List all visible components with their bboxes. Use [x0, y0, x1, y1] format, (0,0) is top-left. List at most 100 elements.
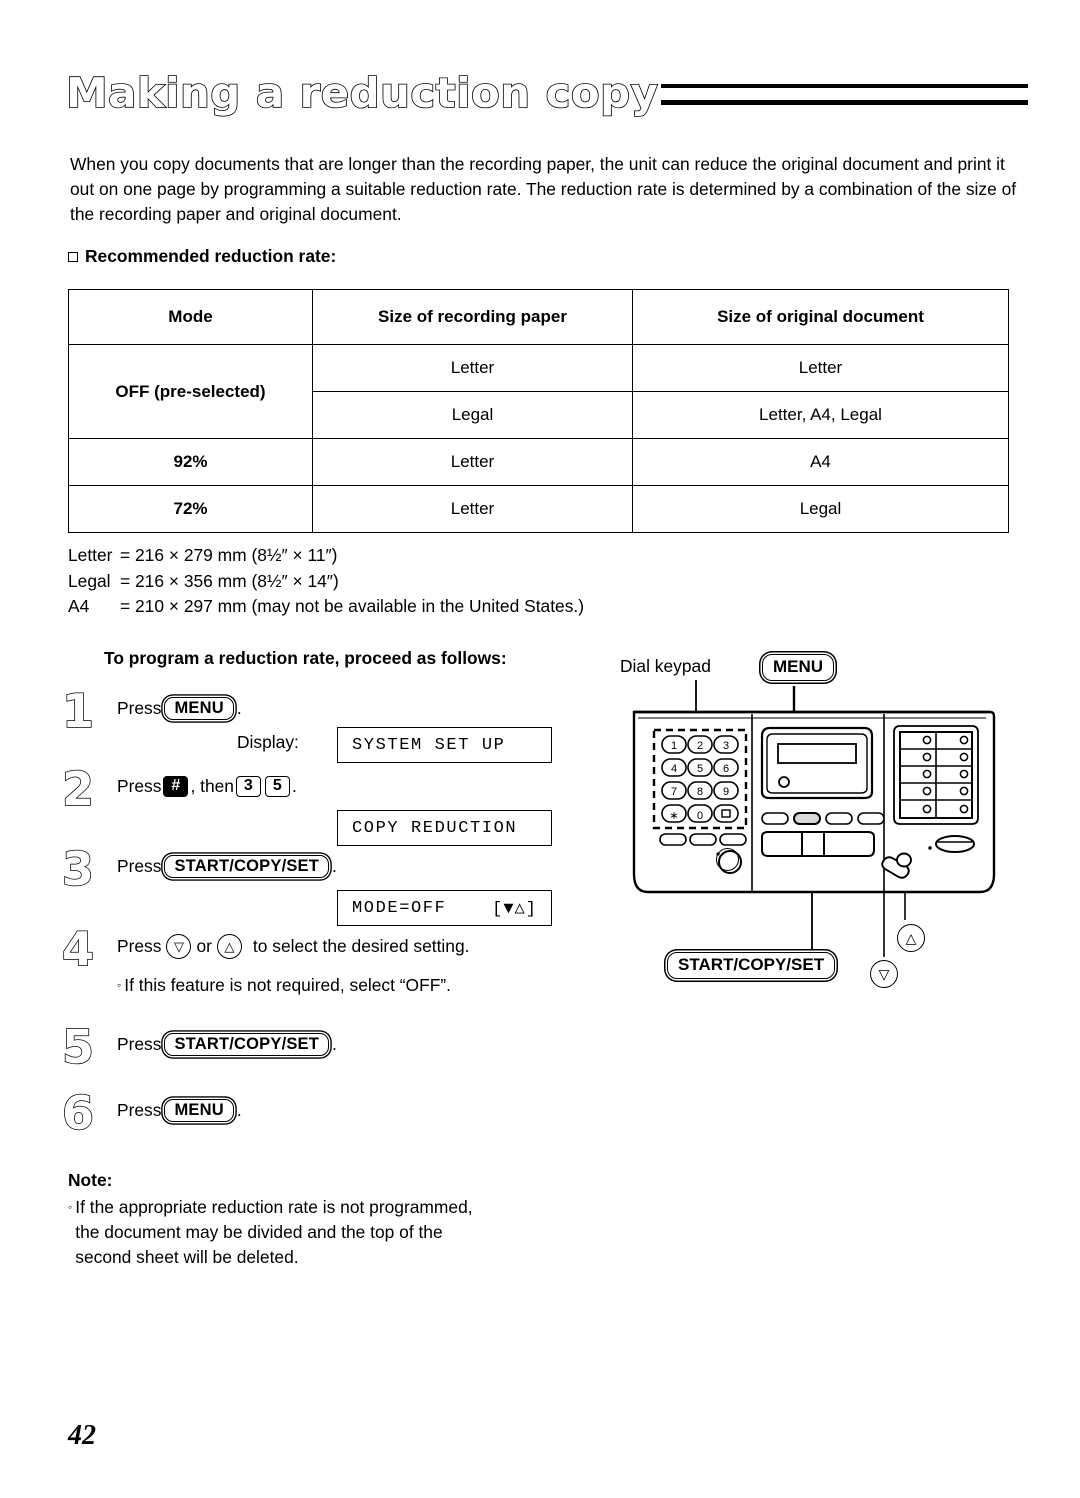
press-label: Press: [117, 1100, 162, 1120]
legend-label: A4: [68, 596, 90, 616]
legend-metric: 216 × 356 mm: [135, 570, 247, 591]
title-rule: [660, 84, 1028, 105]
step-4-instruction: Press ▽ or △ to select the desired setti…: [117, 934, 582, 959]
period: .: [236, 1100, 242, 1120]
svg-text:7: 7: [671, 786, 677, 798]
cell-original: Legal: [632, 485, 1009, 533]
period: .: [236, 698, 242, 718]
note-line-2: the document may be divided and the top …: [75, 1222, 443, 1242]
note-body: ◦ If the appropriate reduction rate is n…: [68, 1195, 588, 1270]
column-header-original-document: Size of original document: [632, 289, 1009, 345]
step-1-instruction: Press MENU .: [117, 696, 582, 721]
page-title: Making a reduction copy: [65, 69, 659, 117]
lcd-text: MODE=OFF: [352, 898, 447, 918]
cell-original: A4: [632, 438, 1009, 486]
column-header-recording-paper: Size of recording paper: [312, 289, 633, 345]
page-number: 42: [68, 1420, 96, 1451]
legend-label: Legal: [68, 570, 111, 591]
recommended-heading-label: Recommended reduction rate:: [85, 246, 337, 266]
up-arrow-key[interactable]: △: [216, 934, 242, 959]
note-block: Note: ◦ If the appropriate reduction rat…: [68, 1168, 588, 1270]
svg-text:∗: ∗: [669, 810, 678, 822]
press-label: Press: [117, 1034, 162, 1054]
lcd-display-system-set-up: SYSTEM SET UP: [337, 727, 552, 763]
hash-key[interactable]: #: [163, 775, 189, 798]
cell-mode-92: 92%: [68, 438, 313, 486]
menu-key[interactable]: MENU: [164, 696, 234, 721]
legend-eq: =: [120, 596, 131, 616]
figure-menu-key-label[interactable]: MENU: [762, 654, 835, 681]
or-label: or: [196, 936, 212, 956]
step-6-instruction: Press MENU .: [117, 1098, 582, 1123]
legend-eq: =: [120, 570, 131, 591]
svg-text:0: 0: [697, 810, 703, 822]
period: .: [291, 776, 297, 796]
table-row: 72% Letter Legal: [68, 485, 1009, 533]
press-label: Press: [117, 936, 162, 956]
dial-keypad-label: Dial keypad: [620, 656, 711, 676]
figure-up-arrow-key[interactable]: △: [897, 924, 925, 952]
step-4-note-text: If this feature is not required, select …: [124, 975, 451, 995]
step-4-tail: to select the desired setting.: [252, 936, 470, 956]
svg-text:6: 6: [723, 763, 729, 775]
cell-paper: Legal: [312, 391, 633, 439]
down-arrow-key[interactable]: ▽: [166, 934, 192, 959]
figure-down-arrow-key[interactable]: ▽: [870, 960, 898, 988]
lcd-text: COPY REDUCTION: [352, 818, 518, 838]
column-header-mode: Mode: [68, 289, 313, 345]
cell-paper: Letter: [312, 344, 633, 392]
recommended-reduction-rate-heading: Recommended reduction rate:: [68, 246, 336, 267]
step-number: 2: [61, 762, 95, 816]
circle-bullet-icon: ◦: [68, 1200, 73, 1214]
step-number: 6: [61, 1086, 95, 1140]
period: .: [332, 1034, 337, 1054]
lcd-text: SYSTEM SET UP: [352, 735, 506, 755]
svg-text:4: 4: [671, 763, 677, 775]
step-6: 6 Press MENU .: [61, 1089, 582, 1137]
square-bullet-icon: [68, 251, 78, 262]
start-copy-set-key[interactable]: START/COPY/SET: [164, 854, 330, 879]
cell-paper: Letter: [312, 438, 633, 486]
legend-line: Letter = 216 × 279 mm (8½″ × 11″): [68, 543, 584, 569]
step-number: 4: [61, 922, 95, 976]
legend-imperial: (may not be available in the United Stat…: [251, 596, 585, 616]
figure-start-copy-set-key-label[interactable]: START/COPY/SET: [667, 952, 836, 979]
svg-text:5: 5: [697, 763, 703, 775]
table-row: 92% Letter A4: [68, 438, 1009, 486]
legend-metric: 216 × 279 mm: [135, 545, 247, 565]
lcd-display-mode-off: MODE=OFF [▼△]: [337, 890, 552, 926]
step-number: 5: [61, 1020, 95, 1074]
display-label: Display:: [237, 732, 299, 752]
legend-label: Letter: [68, 545, 113, 565]
cell-paper: Letter: [312, 485, 633, 533]
step-3: 3 Press START/COPY/SET .: [61, 845, 582, 893]
lcd-display-copy-reduction: COPY REDUCTION: [337, 810, 552, 846]
cell-mode-off: OFF (pre-selected): [68, 344, 313, 439]
reduction-rate-table: Mode Size of recording paper Size of ori…: [68, 289, 1009, 533]
digit-3-key[interactable]: 3: [235, 775, 261, 798]
table-header-row: Mode Size of recording paper Size of ori…: [68, 289, 1009, 345]
svg-text:8: 8: [697, 786, 703, 798]
legend-line: Legal = 216 × 356 mm (8½″ × 14″): [68, 569, 584, 595]
paper-size-legend: Letter = 216 × 279 mm (8½″ × 11″) Legal = …: [68, 543, 584, 620]
step-5-instruction: Press START/COPY/SET .: [117, 1032, 582, 1057]
press-label: Press: [117, 856, 162, 876]
digit-5-key[interactable]: 5: [264, 775, 290, 798]
table-row: OFF (pre-selected) Letter Letter: [68, 344, 1009, 439]
svg-text:1: 1: [671, 740, 677, 752]
start-copy-set-key[interactable]: START/COPY/SET: [164, 1032, 330, 1057]
cell-original: Letter, A4, Legal: [632, 391, 1009, 439]
note-line-1: If the appropriate reduction rate is not…: [75, 1197, 473, 1217]
fax-machine-illustration: Dial keypad MENU START/COPY/SET △ ▽ 1 2 …: [612, 652, 1042, 997]
legend-line: A4 = 210 × 297 mm (may not be available i…: [68, 594, 584, 620]
step-4-note: ◦ If this feature is not required, selec…: [117, 973, 582, 998]
press-label: Press: [117, 776, 162, 796]
step-2-instruction: Press # , then 3 5 .: [117, 774, 582, 799]
step-number: 1: [61, 684, 95, 738]
svg-text:9: 9: [723, 786, 729, 798]
menu-key[interactable]: MENU: [164, 1098, 234, 1123]
legend-metric: 210 × 297 mm: [135, 596, 247, 616]
cell-mode-72: 72%: [68, 485, 313, 533]
step-4: 4 Press ▽ or △ to select the desired set…: [61, 922, 582, 998]
press-label: Press: [117, 698, 162, 718]
